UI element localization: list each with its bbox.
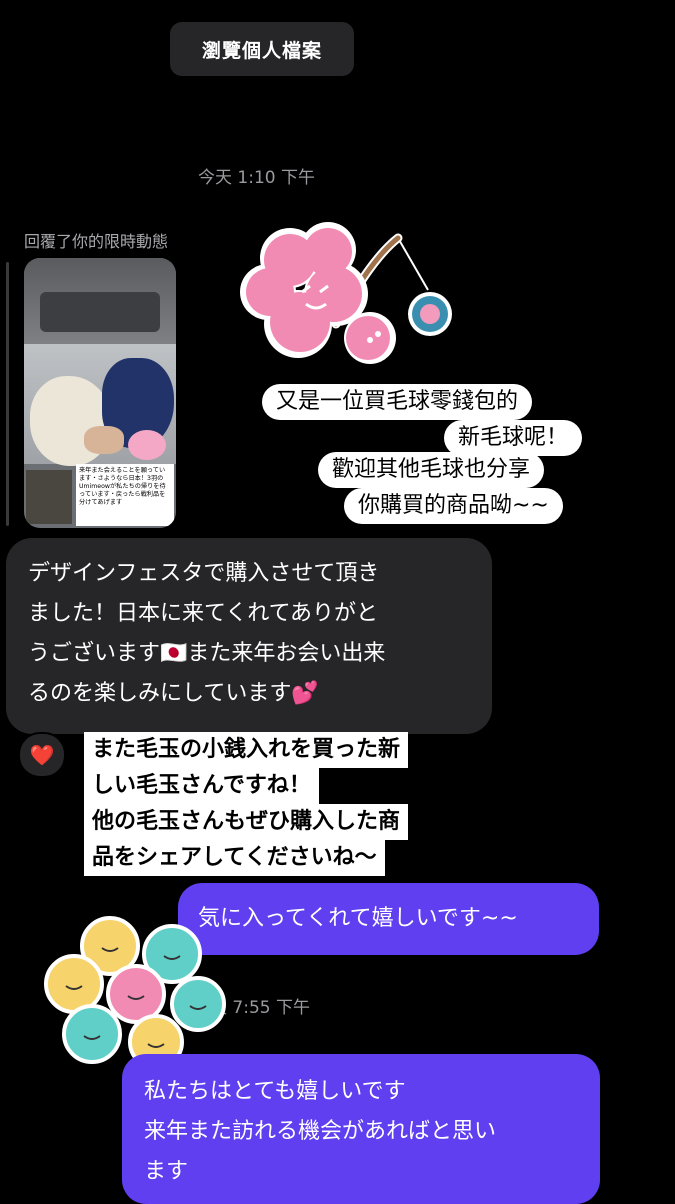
caption-line: 他の毛玉さんもぜひ購入した商 [84,804,409,840]
heart-icon: ❤️ [29,743,55,767]
caption-line: 新毛球呢！ [444,420,583,456]
pink-badge-image [128,430,166,460]
message-bubble-received[interactable]: デザインフェスタで購入させて頂き ました！日本に来てくれてありがと うございます… [6,538,492,734]
message-line: ます [144,1159,189,1184]
story-reply-label: 回覆了你的限時動態 [24,232,169,251]
message-bubble-sent[interactable]: 気に入ってくれて嬉しいです~~ [178,883,599,955]
message-line: 来年また訪れる機会があればと思い [144,1119,497,1144]
story-thumbnail[interactable]: 来年また会えることを願っています・さようなら日本！3羽のUmimeowが私たちの… [24,258,176,528]
message-line: 私たちはとても嬉しいです [144,1079,406,1104]
caption-line: 歡迎其他毛球也分享 [318,452,545,488]
story-text-card: 来年また会えることを願っています・さようなら日本！3羽のUmimeowが私たちの… [76,464,174,526]
caption-line: しい毛玉さんですね！ [84,768,319,804]
caption-line: 你購買的商品呦~~ [344,488,563,524]
heart-reaction[interactable]: ❤️ [18,732,66,778]
caption-line: 又是一位買毛球零錢包的 [262,384,533,420]
message-line: デザインフェスタで購入させて頂き [28,561,380,586]
message-text: 気に入ってくれて嬉しいです~~ [198,906,518,931]
caption-line: 品をシェアしてくださいね〜 [84,840,385,876]
message-line: うございます🇯🇵また来年お会い出来 [28,641,386,666]
caption-line: また毛玉の小銭入れを買った新 [84,732,409,768]
timestamp: 今天 1:10 下午 [198,168,315,188]
view-profile-button[interactable]: 瀏覽個人檔案 [170,22,354,76]
message-bubble-sent[interactable]: 私たちはとても嬉しいです 来年また訪れる機会があればと思い ます [122,1054,600,1204]
reply-indicator-line [6,262,9,526]
message-line: ました！日本に来てくれてありがと [28,601,379,626]
flower-cluster-sticker [44,916,226,1070]
message-line: るのを楽しみにしています💕 [28,681,319,706]
pink-fluffy-fishing-sticker [240,222,452,364]
